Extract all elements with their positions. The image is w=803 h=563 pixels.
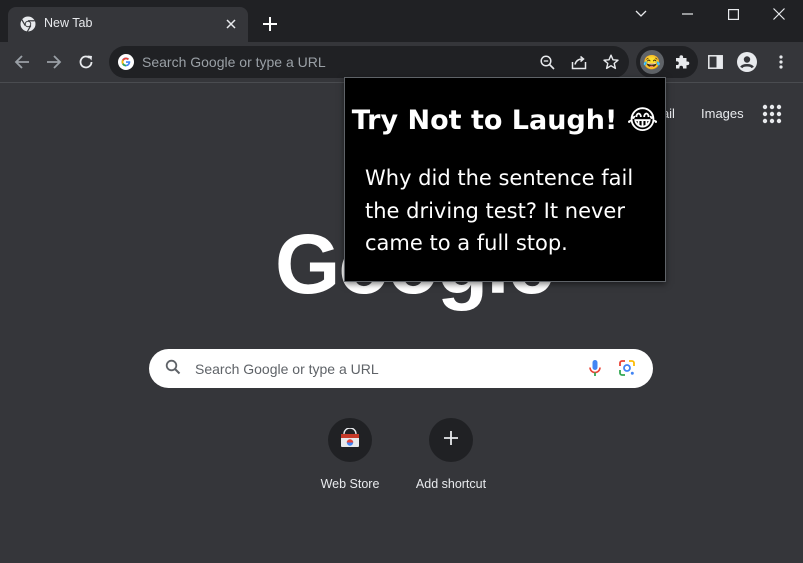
address-bar[interactable]: Search Google or type a URL xyxy=(109,46,629,78)
side-panel-icon[interactable] xyxy=(705,52,725,72)
search-box[interactable]: Search Google or type a URL xyxy=(149,349,653,388)
try-not-to-laugh-extension-button[interactable]: 😂 xyxy=(640,50,664,74)
minimize-button[interactable] xyxy=(664,0,710,28)
share-icon[interactable] xyxy=(569,52,589,72)
extensions-area: 😂 xyxy=(636,46,698,78)
shortcut-label: Web Store xyxy=(320,477,380,491)
laughing-emoji-icon: 😂 xyxy=(626,105,659,136)
add-shortcut-button[interactable]: Add shortcut xyxy=(401,418,501,491)
new-tab-button[interactable] xyxy=(258,12,282,36)
plus-icon xyxy=(263,17,277,31)
minimize-icon xyxy=(681,13,693,15)
forward-button[interactable] xyxy=(40,48,68,76)
images-link[interactable]: Images xyxy=(701,106,744,121)
google-lens-icon[interactable] xyxy=(617,358,637,378)
reload-button[interactable] xyxy=(72,48,100,76)
microphone-icon[interactable] xyxy=(585,358,605,378)
google-g-icon xyxy=(118,54,134,70)
close-window-button[interactable] xyxy=(756,0,802,28)
popup-title-text: Try Not to Laugh! xyxy=(351,105,618,136)
shortcut-tile xyxy=(429,418,473,462)
shortcut-web-store[interactable]: Web Store xyxy=(300,418,400,491)
tab-title: New Tab xyxy=(44,16,93,30)
shortcut-label: Add shortcut xyxy=(415,477,487,491)
maximize-icon xyxy=(727,8,739,20)
chevron-down-icon xyxy=(635,10,647,17)
tab-search-button[interactable] xyxy=(618,0,664,28)
zoom-icon[interactable] xyxy=(537,52,557,72)
bookmark-star-icon[interactable] xyxy=(601,52,621,72)
arrow-left-icon xyxy=(14,55,29,69)
search-icon xyxy=(165,359,183,377)
joke-text: Why did the sentence fail the driving te… xyxy=(365,166,634,255)
maximize-button[interactable] xyxy=(710,0,756,28)
extension-popup: Try Not to Laugh! 😂 Why did the sentence… xyxy=(344,77,666,282)
tab-new-tab[interactable]: New Tab xyxy=(8,7,248,42)
chrome-icon xyxy=(20,16,36,32)
close-tab-icon[interactable] xyxy=(222,15,240,33)
omnibox-placeholder: Search Google or type a URL xyxy=(142,54,326,70)
reload-icon xyxy=(79,55,93,69)
search-placeholder: Search Google or type a URL xyxy=(195,361,379,377)
back-button[interactable] xyxy=(8,48,36,76)
shortcut-tile xyxy=(328,418,372,462)
arrow-right-icon xyxy=(47,55,62,69)
webstore-icon xyxy=(340,426,360,453)
apps-grid-icon[interactable] xyxy=(760,102,784,126)
plus-icon xyxy=(444,430,458,450)
popup-title: Try Not to Laugh! 😂 xyxy=(345,105,665,136)
profile-avatar-icon[interactable] xyxy=(737,52,757,72)
puzzle-icon[interactable] xyxy=(672,52,692,72)
kebab-menu-icon[interactable] xyxy=(771,52,791,72)
close-icon xyxy=(773,8,785,20)
title-bar: New Tab xyxy=(0,0,803,42)
